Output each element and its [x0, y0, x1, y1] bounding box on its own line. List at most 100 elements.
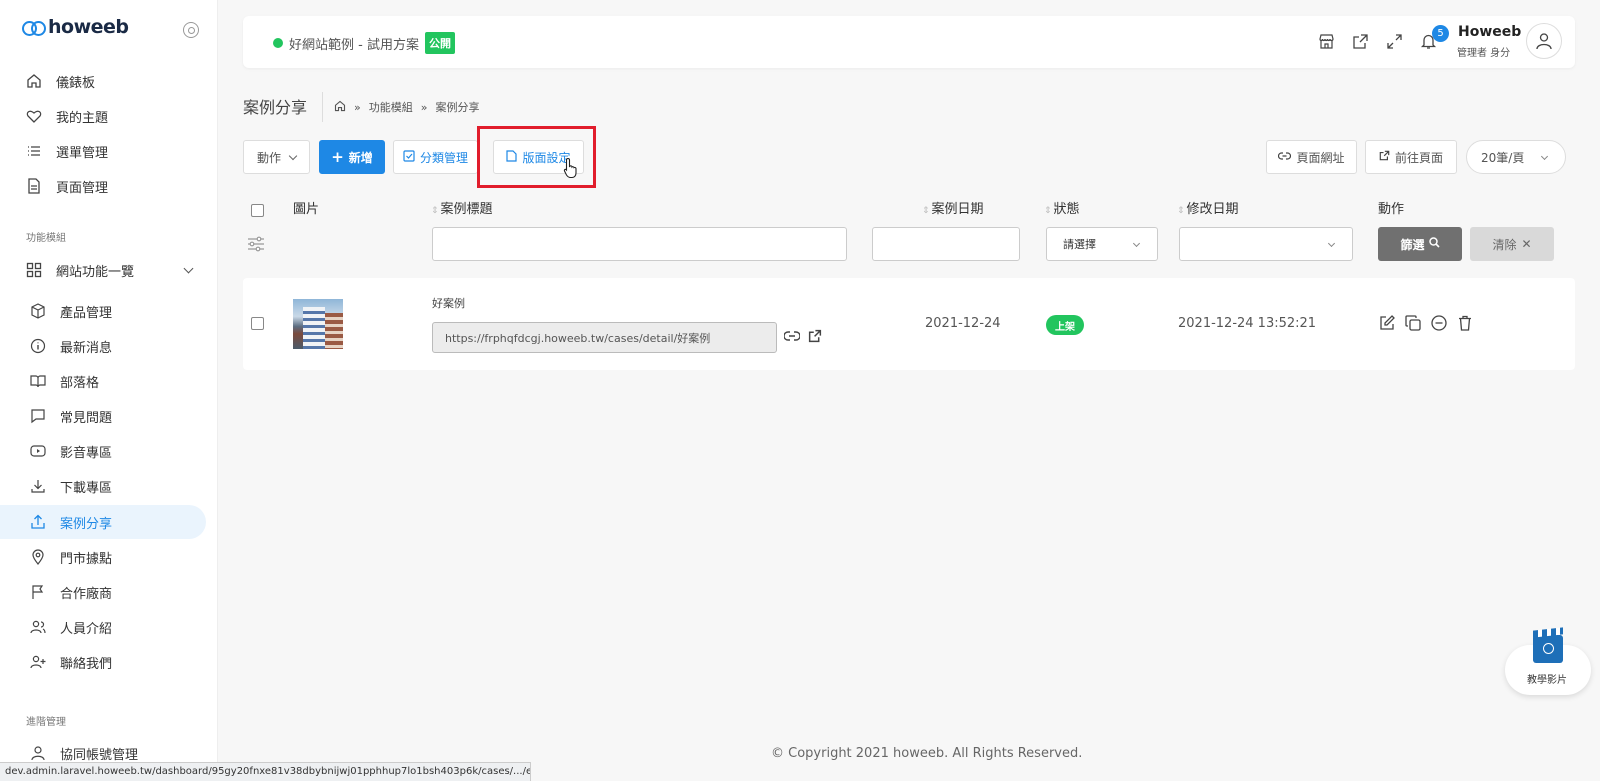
copyright-text: © Copyright 2021 howeeb. All Rights Rese…	[771, 746, 1083, 761]
page-title: 案例分享	[243, 98, 308, 117]
sidebar-item-video[interactable]: 影音專區	[0, 434, 206, 468]
sidebar-item-stores[interactable]: 門市據點	[0, 540, 206, 574]
sidebar-item-label: 人員介紹	[60, 621, 113, 637]
play-icon	[1543, 643, 1554, 654]
duplicate-icon[interactable]	[1403, 313, 1423, 333]
sidebar-item-label: 下載專區	[60, 480, 113, 496]
top-header: 好網站範例 - 試用方案 公開 5 Howeeb 管理者 身分	[243, 16, 1575, 68]
sidebar-item-label: 合作廠商	[60, 586, 113, 602]
per-page-value: 20筆/頁	[1481, 150, 1525, 165]
filter-button[interactable]: 篩選	[1378, 227, 1462, 261]
external-link-icon	[1379, 150, 1390, 164]
goto-page-button[interactable]: 前往頁面	[1365, 140, 1457, 174]
row-checkbox[interactable]	[251, 317, 264, 330]
box-icon	[30, 303, 46, 319]
sidebar-group-site-features[interactable]: 網站功能一覽	[0, 253, 206, 287]
sliders-icon[interactable]	[247, 236, 265, 252]
bulk-action-dropdown[interactable]: 動作	[243, 140, 310, 174]
user-plus-icon	[30, 654, 46, 670]
column-header-title[interactable]: ⇕ 案例標題	[431, 198, 493, 217]
sidebar-item-faq[interactable]: 常見問題	[0, 399, 206, 433]
sidebar-item-blog[interactable]: 部落格	[0, 364, 206, 398]
section-label-advanced: 進階管理	[26, 717, 66, 728]
book-icon	[30, 373, 46, 389]
video-icon	[30, 443, 46, 459]
add-button[interactable]: + 新增	[319, 140, 385, 174]
open-link-icon[interactable]	[808, 329, 822, 347]
search-icon	[1428, 237, 1440, 251]
sidebar-item-label: 最新消息	[60, 340, 113, 356]
trash-icon[interactable]	[1455, 313, 1475, 333]
clear-button[interactable]: 清除 ✕	[1470, 227, 1554, 261]
sidebar-item-contact[interactable]: 聯絡我們	[0, 645, 206, 679]
column-header-date[interactable]: ⇕ 案例日期	[922, 198, 984, 217]
sidebar-item-label: 產品管理	[60, 305, 113, 321]
minus-circle-icon[interactable]	[1429, 313, 1449, 333]
sidebar-item-my-theme[interactable]: 我的主題	[0, 99, 206, 133]
pin-icon	[30, 549, 46, 565]
sidebar-item-download[interactable]: 下載專區	[0, 469, 206, 503]
breadcrumb: » 功能模組 » 案例分享	[334, 99, 479, 115]
column-header-modified[interactable]: ⇕ 修改日期	[1177, 198, 1239, 217]
per-page-select[interactable]: 20筆/頁	[1466, 140, 1566, 174]
home-icon[interactable]	[334, 100, 346, 115]
bell-icon[interactable]: 5	[1420, 25, 1449, 50]
user-icon	[30, 745, 46, 761]
page-url-label: 頁面網址	[1296, 150, 1345, 165]
site-status: 好網站範例 - 試用方案 公開	[273, 32, 455, 54]
check-square-icon	[403, 149, 415, 165]
store-icon[interactable]	[1318, 33, 1335, 50]
flag-icon	[30, 584, 46, 600]
breadcrumb-separator-icon: »	[354, 100, 361, 114]
select-all-checkbox[interactable]	[251, 204, 264, 217]
sidebar-item-products[interactable]: 產品管理	[0, 294, 206, 328]
sidebar-item-partners[interactable]: 合作廠商	[0, 575, 206, 609]
tutorial-video-widget[interactable]: 教學影片	[1505, 635, 1591, 701]
plus-icon: +	[331, 148, 344, 166]
modified-date-filter-select[interactable]	[1179, 227, 1353, 261]
share-icon	[30, 514, 46, 530]
sidebar-item-staff[interactable]: 人員介紹	[0, 610, 206, 644]
status-badge[interactable]: 上架	[1046, 315, 1084, 335]
clear-label: 清除	[1492, 237, 1517, 252]
sidebar-item-label: 案例分享	[60, 516, 113, 532]
column-header-label: 案例日期	[931, 202, 984, 217]
sidebar-item-cases[interactable]: 案例分享	[0, 505, 206, 539]
sidebar-item-label: 常見問題	[60, 410, 113, 426]
column-header-status[interactable]: ⇕ 狀態	[1044, 198, 1080, 217]
edit-icon[interactable]	[1377, 313, 1397, 333]
brand-name: howeeb	[48, 16, 129, 38]
column-header-action: 動作	[1378, 202, 1405, 217]
chevron-down-icon	[1540, 152, 1549, 161]
page-url-button[interactable]: 頁面網址	[1266, 140, 1357, 174]
browser-status-url: dev.admin.laravel.howeeb.tw/dashboard/95…	[0, 762, 531, 781]
case-thumbnail[interactable]	[293, 299, 343, 349]
user-name: Howeeb	[1458, 24, 1522, 40]
users-icon	[30, 619, 46, 635]
sidebar-toggle-icon[interactable]	[183, 22, 199, 38]
title-filter-input[interactable]	[432, 227, 847, 261]
category-manage-button[interactable]: 分類管理	[393, 140, 478, 174]
user-role: 管理者 身分	[1457, 48, 1511, 59]
external-link-icon[interactable]	[1352, 33, 1369, 50]
avatar[interactable]	[1526, 23, 1562, 59]
sidebar-item-news[interactable]: 最新消息	[0, 329, 206, 363]
brand-logo[interactable]: howeeb	[22, 16, 129, 38]
date-filter-input[interactable]	[872, 227, 1020, 261]
status-filter-select[interactable]: 請選擇	[1046, 227, 1158, 261]
sidebar-item-label: 門市據點	[60, 551, 113, 567]
goto-page-label: 前往頁面	[1394, 150, 1443, 165]
sort-icon: ⇕	[431, 206, 439, 216]
sidebar-item-dashboard[interactable]: 儀錶板	[0, 64, 206, 98]
case-title: 好案例	[432, 297, 465, 310]
copy-link-icon[interactable]	[783, 329, 801, 347]
fullscreen-icon[interactable]	[1386, 33, 1403, 50]
case-url-field[interactable]: https://frphqfdcgj.howeeb.tw/cases/detai…	[432, 322, 777, 353]
breadcrumb-modules[interactable]: 功能模組	[369, 99, 413, 115]
column-header-label: 狀態	[1053, 202, 1080, 217]
chat-icon	[30, 408, 46, 424]
sidebar-item-pages[interactable]: 頁面管理	[0, 169, 206, 203]
sidebar-item-menu[interactable]: 選單管理	[0, 134, 206, 168]
notification-badge: 5	[1432, 25, 1449, 42]
column-header-image: 圖片	[293, 202, 320, 217]
